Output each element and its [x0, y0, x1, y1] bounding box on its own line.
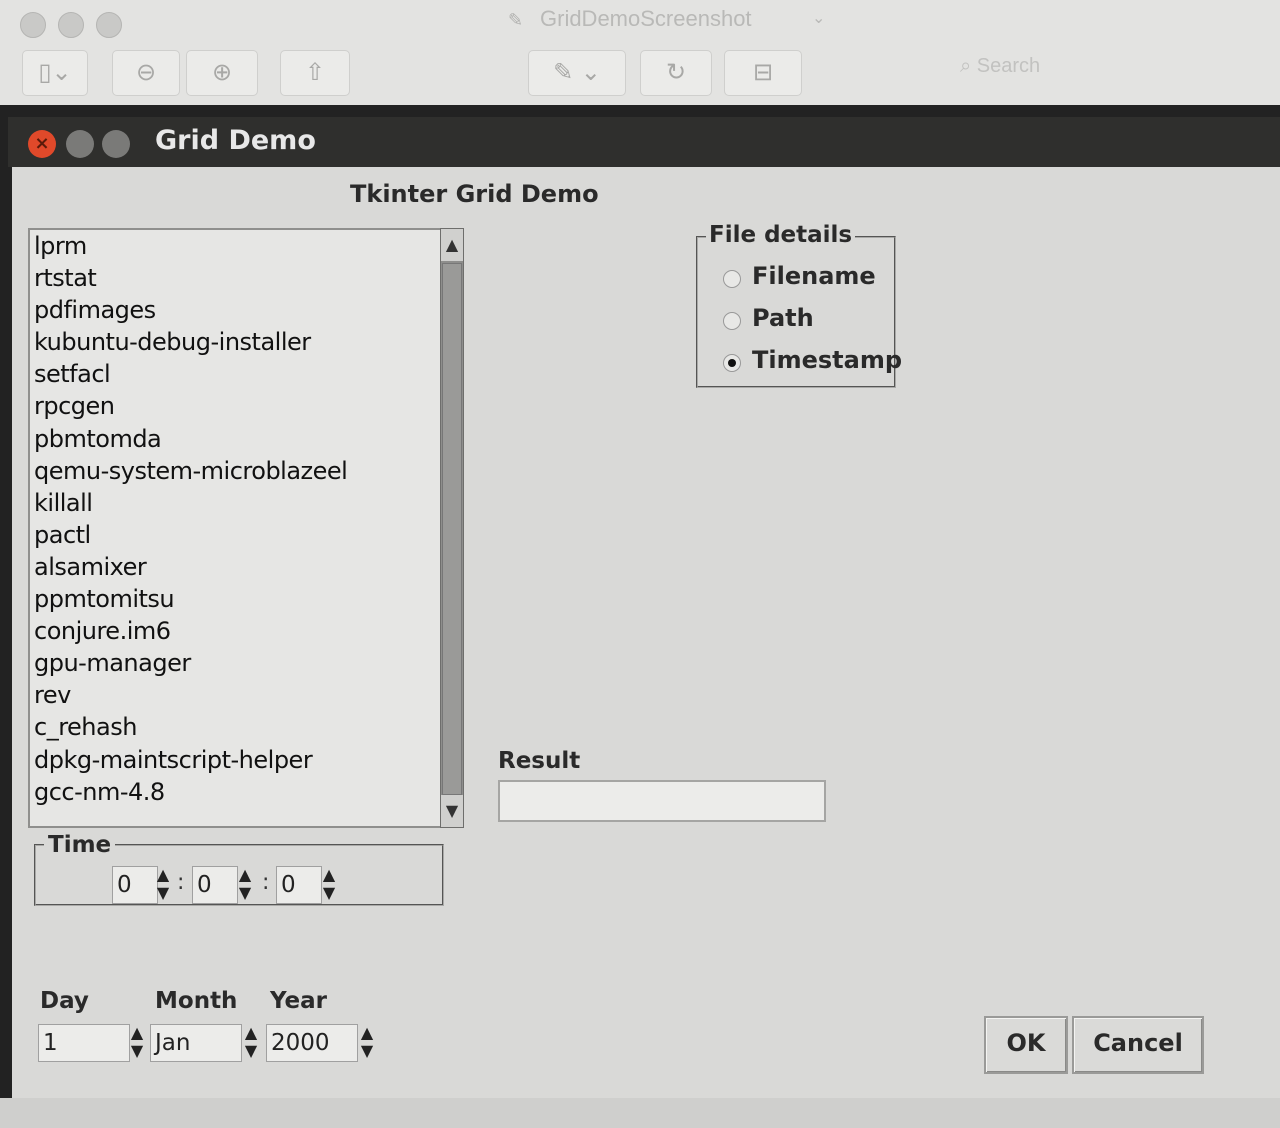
viewer-zoom-button[interactable] [96, 12, 122, 38]
list-item[interactable]: killall [30, 487, 440, 519]
list-item[interactable]: gcc-nm-4.8 [30, 776, 440, 808]
search-field[interactable]: ⌕ Search [960, 48, 1270, 84]
scrollbar-thumb[interactable] [442, 263, 462, 795]
time-legend: Time [44, 832, 116, 858]
year-stepper-icon[interactable]: ▲ ▼ [358, 1024, 376, 1060]
list-item[interactable]: lprm [30, 230, 440, 262]
zoom-out-icon: ⊖ [135, 58, 157, 86]
filename-radio-label[interactable]: Filename [752, 262, 876, 290]
command-listbox[interactable]: lprm rtstat pdfimages kubuntu-debug-install… [28, 228, 440, 828]
ok-button[interactable]: OK [984, 1016, 1068, 1074]
list-item[interactable]: rtstat [30, 262, 440, 294]
list-item[interactable]: rev [30, 679, 440, 711]
list-item[interactable]: conjure.im6 [30, 615, 440, 647]
list-item[interactable]: rpcgen [30, 390, 440, 422]
viewer-minimize-button[interactable] [58, 12, 84, 38]
list-item[interactable]: gpu-manager [30, 647, 440, 679]
search-icon: ⌕ [960, 55, 972, 77]
month-value[interactable]: Jan [155, 1030, 190, 1056]
day-spinbox[interactable]: 1 [38, 1024, 130, 1062]
list-item[interactable]: dpkg-maintscript-helper [30, 744, 440, 776]
seconds-spinbox[interactable]: 0 [276, 866, 322, 904]
markup-button[interactable]: ✎ ⌄ [528, 50, 626, 96]
seconds-stepper-icon[interactable]: ▲ ▼ [320, 866, 338, 902]
result-field[interactable] [498, 780, 826, 822]
pen-icon: ✎ ⌄ [553, 58, 601, 86]
month-label: Month [155, 988, 238, 1014]
minutes-spinbox[interactable]: 0 [192, 866, 238, 904]
list-item[interactable]: setfacl [30, 358, 440, 390]
year-spinbox[interactable]: 2000 [266, 1024, 358, 1062]
scroll-down-arrow-icon[interactable]: ▼ [441, 795, 463, 827]
rotate-button[interactable]: ↻ [640, 50, 712, 96]
minutes-stepper-icon[interactable]: ▲ ▼ [236, 866, 254, 902]
time-separator: : [262, 870, 270, 895]
viewer-title: GridDemoScreenshot [540, 6, 752, 31]
page-title: Tkinter Grid Demo [350, 180, 599, 208]
toolbox-icon: ⊟ [752, 58, 774, 86]
toolbox-button[interactable]: ⊟ [724, 50, 802, 96]
list-item[interactable]: kubuntu-debug-installer [30, 326, 440, 358]
timestamp-radio-label[interactable]: Timestamp [752, 346, 902, 374]
cancel-button[interactable]: Cancel [1072, 1016, 1204, 1074]
time-separator: : [177, 870, 185, 895]
window-minimize-button[interactable] [66, 130, 94, 158]
timestamp-radio[interactable] [723, 354, 741, 372]
close-icon: × [34, 133, 50, 154]
list-item[interactable]: pbmtomda [30, 423, 440, 455]
year-value[interactable]: 2000 [271, 1030, 330, 1056]
day-label: Day [40, 988, 89, 1014]
path-radio[interactable] [723, 312, 741, 330]
zoom-in-icon: ⊕ [211, 58, 233, 86]
month-spinbox[interactable]: Jan [150, 1024, 242, 1062]
year-label: Year [270, 988, 328, 1014]
minutes-value[interactable]: 0 [197, 872, 212, 898]
list-item[interactable]: alsamixer [30, 551, 440, 583]
list-item[interactable]: ppmtomitsu [30, 583, 440, 615]
sidebar-toggle-button[interactable]: ▯⌄ [22, 50, 88, 96]
file-details-legend: File details [706, 222, 856, 248]
hours-value[interactable]: 0 [117, 872, 132, 898]
list-item[interactable]: pactl [30, 519, 440, 551]
result-label: Result [498, 748, 581, 774]
path-radio-label[interactable]: Path [752, 304, 814, 332]
scroll-up-arrow-icon[interactable]: ▲ [441, 229, 463, 261]
seconds-value[interactable]: 0 [281, 872, 296, 898]
day-value[interactable]: 1 [43, 1030, 58, 1056]
rotate-icon: ↻ [665, 58, 687, 86]
search-placeholder: Search [976, 55, 1041, 77]
filename-radio[interactable] [723, 270, 741, 288]
list-item[interactable]: pdfimages [30, 294, 440, 326]
listbox-scrollbar[interactable]: ▲ ▼ [440, 228, 464, 828]
list-item[interactable]: qemu-system-microblazeel [30, 455, 440, 487]
bottom-strip [0, 1098, 1280, 1128]
zoom-in-button[interactable]: ⊕ [186, 50, 258, 96]
zoom-out-button[interactable]: ⊖ [112, 50, 180, 96]
list-item[interactable]: c_rehash [30, 711, 440, 743]
window-close-button[interactable]: × [28, 130, 56, 158]
share-button[interactable]: ⇧ [280, 50, 350, 96]
month-stepper-icon[interactable]: ▲ ▼ [242, 1024, 260, 1060]
hours-stepper-icon[interactable]: ▲ ▼ [154, 866, 172, 902]
share-icon: ⇧ [304, 58, 326, 86]
window-title: Grid Demo [155, 125, 316, 156]
window-maximize-button[interactable] [102, 130, 130, 158]
chevron-down-icon[interactable]: ⌄ [812, 8, 825, 27]
viewer-close-button[interactable] [20, 12, 46, 38]
document-icon: ✎ [508, 10, 524, 31]
day-stepper-icon[interactable]: ▲ ▼ [128, 1024, 146, 1060]
hours-spinbox[interactable]: 0 [112, 866, 158, 904]
